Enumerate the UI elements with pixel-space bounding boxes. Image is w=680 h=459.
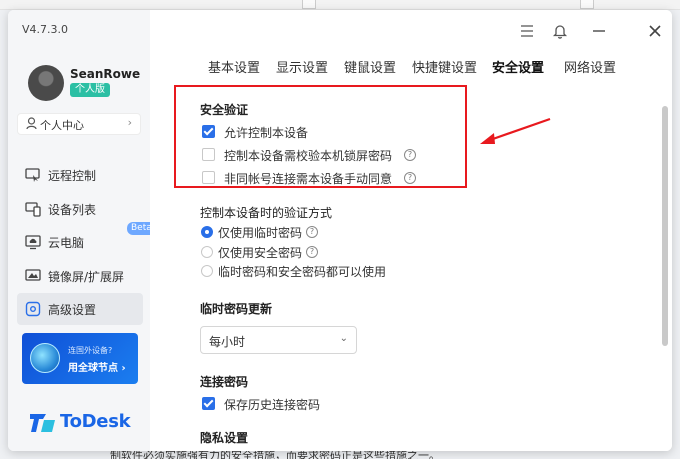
tab-keyboard-mouse[interactable]: 键鼠设置	[344, 57, 396, 76]
annotation-arrow-icon	[480, 117, 551, 144]
sidebar-item-advanced-settings[interactable]: 高级设置	[17, 293, 143, 325]
sidebar: V4.7.3.0 SeanRowe 个人版 个人中心 › 远程控制 设备列表 云…	[8, 10, 156, 451]
tab-display[interactable]: 显示设置	[276, 57, 328, 76]
background-browser-strip	[0, 0, 680, 10]
radio-secure-password-only[interactable]	[201, 246, 213, 258]
minimize-button[interactable]	[588, 20, 610, 42]
tab-network[interactable]: 网络设置	[564, 57, 616, 76]
radio-temp-password-only[interactable]	[201, 226, 213, 238]
save-history-password-checkbox[interactable]	[202, 397, 215, 410]
sidebar-item-cloud-pc[interactable]: 云电脑	[17, 226, 143, 258]
personal-center-button[interactable]: 个人中心 ›	[17, 113, 141, 135]
privacy-settings-title: 隐私设置	[200, 431, 249, 445]
version-label: V4.7.3.0	[22, 23, 69, 36]
sidebar-item-label: 镜像屏/扩展屏	[48, 270, 125, 284]
sidebar-item-label: 远程控制	[48, 169, 97, 183]
settings-tabs: 基本设置 显示设置 键鼠设置 快捷键设置 安全设置 网络设置	[150, 57, 672, 79]
radio-temp-password-only-label: 仅使用临时密码	[218, 226, 303, 240]
tab-shortcuts[interactable]: 快捷键设置	[412, 57, 477, 76]
logo-text: ToDesk	[60, 411, 131, 432]
chevron-down-icon: ⌄	[339, 333, 348, 344]
verify-method-title: 控制本设备时的验证方式	[200, 206, 333, 220]
global-node-promo-banner[interactable]: 连国外设备? 用全球节点 ›	[22, 333, 138, 384]
globe-icon	[30, 343, 60, 373]
hamburger-menu-icon	[521, 25, 533, 37]
radio-both-passwords-label: 临时密码和安全密码都可以使用	[218, 265, 387, 279]
notification-button[interactable]	[549, 20, 571, 42]
cloud-pc-icon	[25, 235, 41, 250]
temp-password-update-select[interactable]: 每小时 ⌄	[200, 326, 357, 354]
sidebar-item-device-list[interactable]: 设备列表	[17, 193, 143, 225]
user-icon	[26, 117, 37, 130]
remote-control-icon	[25, 168, 40, 182]
help-icon[interactable]: ?	[306, 226, 318, 238]
radio-both-passwords[interactable]	[201, 265, 213, 277]
promo-line1: 连国外设备?	[68, 346, 113, 355]
avatar[interactable]	[28, 65, 64, 101]
background-tab-marker	[302, 0, 316, 9]
username: SeanRowe	[70, 67, 141, 81]
menu-button[interactable]	[516, 20, 538, 42]
todesk-logo-icon	[30, 414, 55, 432]
annotation-highlight-box	[174, 85, 467, 188]
todesk-settings-window: V4.7.3.0 SeanRowe 个人版 个人中心 › 远程控制 设备列表 云…	[8, 10, 672, 451]
help-icon[interactable]: ?	[306, 246, 318, 258]
sidebar-item-label: 设备列表	[48, 203, 97, 217]
bell-icon	[552, 25, 568, 39]
personal-center-label: 个人中心	[40, 119, 84, 132]
minimize-icon	[593, 30, 605, 32]
sidebar-item-remote-control[interactable]: 远程控制	[17, 159, 143, 191]
select-value: 每小时	[209, 335, 246, 349]
tab-basic[interactable]: 基本设置	[208, 57, 260, 76]
device-list-icon	[25, 202, 41, 217]
mirror-screen-icon	[25, 269, 41, 281]
tab-security[interactable]: 安全设置	[492, 57, 544, 76]
save-history-password-label: 保存历史连接密码	[224, 398, 321, 412]
sidebar-item-mirror-screen[interactable]: 镜像屏/扩展屏	[17, 260, 143, 292]
plan-badge: 个人版	[70, 83, 110, 97]
promo-line2: 用全球节点 ›	[68, 363, 126, 374]
sidebar-item-label: 云电脑	[48, 236, 85, 250]
scrollbar[interactable]	[662, 106, 668, 346]
advanced-settings-icon	[25, 301, 41, 317]
temp-password-update-title: 临时密码更新	[200, 302, 273, 316]
close-icon	[649, 25, 661, 37]
radio-secure-password-only-label: 仅使用安全密码	[218, 246, 303, 260]
close-button[interactable]	[644, 20, 666, 42]
chevron-right-icon: ›	[127, 116, 132, 129]
sidebar-item-label: 高级设置	[48, 303, 97, 317]
background-tab-marker	[580, 0, 594, 9]
connect-password-title: 连接密码	[200, 375, 249, 389]
